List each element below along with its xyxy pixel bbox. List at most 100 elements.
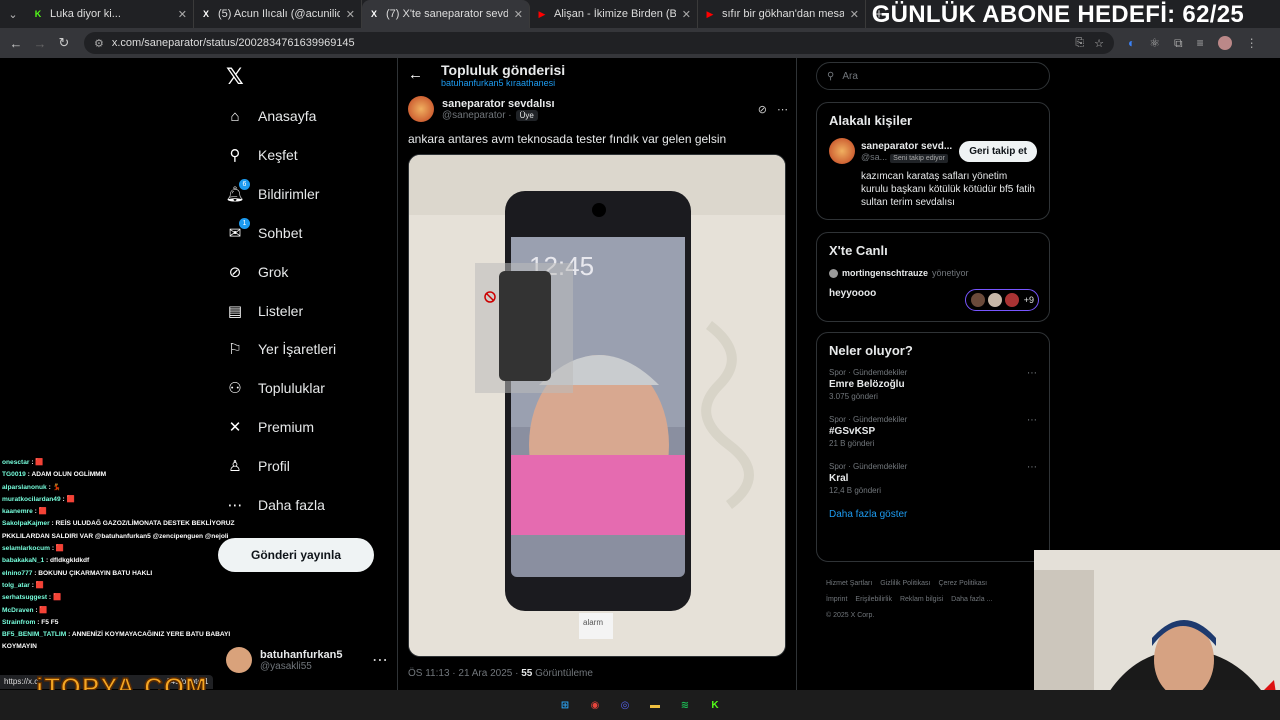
nav-item-ke-fet[interactable]: ⚲ Keşfet xyxy=(226,135,298,175)
nav-item-sohbet[interactable]: ✉ 1 Sohbet xyxy=(226,213,302,253)
notification-badge: 6 xyxy=(239,178,250,190)
url-text: x.com/saneparator/status/200283476163996… xyxy=(111,37,355,49)
nav-item-anasayfa[interactable]: ⌂ Anasayfa xyxy=(226,96,316,136)
more-icon[interactable]: ⋯ xyxy=(1027,415,1037,426)
back-arrow-icon[interactable]: ← xyxy=(408,66,423,83)
x-logo-icon[interactable]: 𝕏 xyxy=(226,64,244,90)
folder-icon[interactable]: ▬ xyxy=(645,695,665,715)
tab-favicon-icon: K xyxy=(34,9,42,19)
close-tab-icon[interactable]: ✕ xyxy=(178,8,187,21)
footer-link[interactable]: Çerez Politikası xyxy=(938,580,987,587)
close-tab-icon[interactable]: ✕ xyxy=(346,8,355,21)
notification-badge: 1 xyxy=(239,217,250,229)
footer-link[interactable]: © 2025 X Corp. xyxy=(826,612,874,619)
nav-item-topluluklar[interactable]: ⚇ Topluluklar xyxy=(226,368,325,408)
footer-link[interactable]: Erişilebilirlik xyxy=(855,596,892,603)
more-icon[interactable]: ⋯ xyxy=(777,103,788,116)
show-more-link[interactable]: Daha fazla göster xyxy=(829,509,1037,520)
discord-icon[interactable]: ◎ xyxy=(615,695,635,715)
more-icon[interactable]: ⋯ xyxy=(372,650,388,670)
home-icon: ⌂ xyxy=(230,107,240,125)
chat-username: BF5_BENIM_TATLIM xyxy=(2,631,67,639)
page-title: Topluluk gönderisi xyxy=(441,62,566,78)
grok-icon[interactable]: ⊘ xyxy=(758,103,767,116)
chat-username: onesctar xyxy=(2,459,30,466)
grok-icon: ⊘ xyxy=(228,263,242,281)
nav-item-premium[interactable]: ✕ Premium xyxy=(226,407,314,447)
chat-message: McDraven : 🟥 xyxy=(2,605,242,617)
bookmark-star-icon[interactable]: ☆ xyxy=(1094,37,1104,50)
author-avatar[interactable] xyxy=(408,96,434,122)
related-title: Alakalı kişiler xyxy=(829,113,913,128)
chat-message: serhatsuggest : 🟥 xyxy=(2,592,242,604)
author-handle[interactable]: @saneparator · xyxy=(442,110,512,121)
chrome-icon[interactable]: ◉ xyxy=(585,695,605,715)
chat-text: : 🟥 xyxy=(51,545,65,553)
trend-item[interactable]: Spor · Gündemdekiler Emre Belözoğlu 3.075 … xyxy=(829,368,1037,401)
subscriber-goal-overlay: GÜNLÜK ABONE HEDEFİ: 62/25 xyxy=(871,1,1244,28)
tab-favicon-icon: X xyxy=(202,9,209,19)
footer-link[interactable]: İmprint xyxy=(826,596,847,603)
trend-item[interactable]: Spor · Gündemdekiler #GSvKSP 21 B gönderi ⋯ xyxy=(829,415,1037,448)
more-icon[interactable]: ⋯ xyxy=(1027,462,1037,473)
nav-item-bildirimler[interactable]: 🔔︎ 6 Bildirimler xyxy=(225,174,319,214)
chat-username: babakakaN_1 xyxy=(2,557,45,565)
post-image[interactable]: 12:45 alarm xyxy=(408,154,786,657)
address-bar[interactable]: ⚙ x.com/saneparator/status/2002834761639… xyxy=(84,32,1114,54)
trend-item[interactable]: Spor · Gündemdekiler Kral 12,4 B gönderi ⋯ xyxy=(829,462,1037,495)
account-switcher[interactable]: batuhanfurkan5 @yasakli55 ⋯ xyxy=(226,642,388,678)
extension-icon[interactable]: ◐ xyxy=(1128,36,1135,50)
x-premium-icon: ✕ xyxy=(228,419,242,437)
kick-icon[interactable]: K xyxy=(705,695,725,715)
site-info-icon[interactable]: ⚙ xyxy=(94,37,104,50)
close-tab-icon[interactable]: ✕ xyxy=(682,8,691,21)
browser-tab[interactable]: ▶ Alişan - İkimize Birden (Bura ✕ xyxy=(530,0,698,28)
extensions-puzzle-icon[interactable]: ⧉ xyxy=(1174,36,1183,51)
browser-tab[interactable]: X (5) Acun Ilıcalı (@acunilicali) / X ✕ xyxy=(194,0,362,28)
follow-back-button[interactable]: Geri takip et xyxy=(959,140,1037,162)
spotify-icon[interactable]: ≋ xyxy=(675,695,695,715)
footer-link[interactable]: Reklam bilgisi xyxy=(900,596,943,603)
community-link[interactable]: batuhanfurkan5 kıraathanesi xyxy=(441,78,565,88)
browser-tab[interactable]: K Luka diyor ki... ✕ xyxy=(26,0,194,28)
close-tab-icon[interactable]: ✕ xyxy=(514,8,523,21)
extension-icon[interactable]: ⚛ xyxy=(1149,36,1160,50)
close-tab-icon[interactable]: ✕ xyxy=(850,8,859,21)
browser-tab[interactable]: X (7) X'te saneparator sevdalısı: "a ✕ xyxy=(362,0,530,28)
install-app-icon[interactable]: ⎘ xyxy=(1075,37,1084,50)
browser-tab[interactable]: ▶ sıfır bir gökhan'dan mesaj v ✕ xyxy=(698,0,866,28)
nav-label: Grok xyxy=(258,263,289,280)
chat-message: SakolpaKajmer : REİS ULUDAĞ GAZOZ/LİMONA… xyxy=(2,518,242,543)
footer-link[interactable]: Gizlilik Politikası xyxy=(880,580,930,587)
search-input[interactable]: ⚲ Ara xyxy=(816,62,1050,90)
footer-link[interactable]: Daha fazla ... xyxy=(951,596,992,603)
footer-link[interactable]: Hizmet Şartları xyxy=(826,580,872,587)
profile-avatar-icon[interactable] xyxy=(1217,36,1232,50)
tab-search-icon[interactable]: ⌄ xyxy=(0,0,26,28)
tab-title: (7) X'te saneparator sevdalısı: "a xyxy=(386,8,508,20)
back-icon[interactable]: ← xyxy=(4,36,28,51)
chat-text: : 🟥 xyxy=(62,495,75,503)
chat-username: SakolpaKajmer xyxy=(2,520,50,528)
nav-item-listeler[interactable]: ▤ Listeler xyxy=(226,291,303,331)
chat-username: muratkocilardan49 xyxy=(2,495,61,503)
author-name[interactable]: saneparator sevdalısı xyxy=(442,98,555,110)
chat-text: : dfldkgkldkdf xyxy=(46,557,90,565)
right-sidebar: ⚲ Ara Alakalı kişiler saneparator sevd..… xyxy=(816,58,1050,690)
windows-start-icon[interactable]: ⊞ xyxy=(555,695,575,715)
media-controls-icon[interactable]: ≡ xyxy=(1197,36,1204,50)
chrome-menu-icon[interactable]: ⋮ xyxy=(1246,36,1258,50)
reload-icon[interactable]: ↻ xyxy=(52,35,76,51)
mail-icon: ✉ 1 xyxy=(226,217,250,242)
nav-item-yer-i-aretleri[interactable]: ⚐ Yer İşaretleri xyxy=(226,329,336,369)
more-icon[interactable]: ⋯ xyxy=(1027,368,1037,379)
svg-text:alarm: alarm xyxy=(583,618,603,627)
tab-title: Luka diyor ki... xyxy=(50,8,121,20)
nav-label: Yer İşaretleri xyxy=(258,341,337,358)
related-name[interactable]: saneparator sevd... xyxy=(861,141,952,152)
nav-item-grok[interactable]: ⊘ Grok xyxy=(226,252,289,292)
forward-icon[interactable]: → xyxy=(28,36,52,51)
avatar[interactable] xyxy=(829,138,855,164)
live-card[interactable]: X'te Canlı mortingenschtrauze yönetiyor h… xyxy=(816,232,1050,322)
chat-message: alparslanonuk : 💃 xyxy=(2,482,242,494)
